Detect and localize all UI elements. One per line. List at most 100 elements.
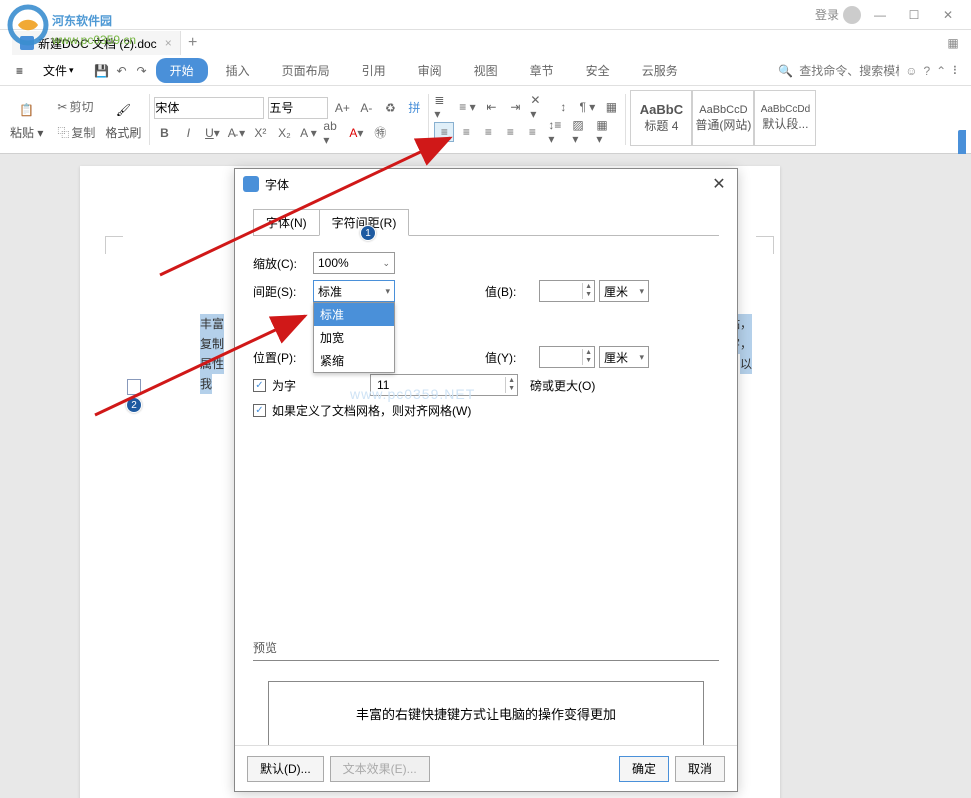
underline-icon[interactable]: U ▾	[202, 123, 222, 143]
minimize-icon[interactable]: —	[865, 1, 895, 29]
align-center-icon[interactable]: ≡	[456, 122, 476, 142]
font-name-select[interactable]	[154, 97, 264, 119]
cancel-button[interactable]: 取消	[675, 756, 725, 782]
shrink-font-icon[interactable]: A-	[356, 98, 376, 118]
italic-icon[interactable]: I	[178, 123, 198, 143]
tab-chapter[interactable]: 章节	[516, 58, 568, 83]
line-spacing-icon[interactable]: ↕≡ ▾	[547, 122, 567, 142]
document-tab[interactable]: 新建DOC 文档 (2).doc ×	[12, 31, 181, 55]
tab-security[interactable]: 安全	[572, 58, 624, 83]
chevron-down-icon: ⌄	[382, 258, 390, 269]
default-button[interactable]: 默认(D)...	[247, 756, 324, 782]
position-value-input[interactable]: ▲▼	[539, 346, 595, 368]
text-direction-icon[interactable]: ✕ ▾	[529, 97, 549, 117]
align-right-icon[interactable]: ≡	[478, 122, 498, 142]
preview-text: 丰富的右键快捷键方式让电脑的操作变得更加	[268, 681, 704, 746]
copy-icon: ⿻	[57, 124, 69, 141]
strikethrough-icon[interactable]: A̵ ▾	[226, 123, 246, 143]
tab-page-layout[interactable]: 页面布局	[268, 58, 344, 83]
maximize-icon[interactable]: ☐	[899, 1, 929, 29]
subscript-icon[interactable]: X₂	[274, 123, 294, 143]
sort-icon[interactable]: ↕	[553, 97, 573, 117]
align-distribute-icon[interactable]: ≡	[522, 122, 542, 142]
style-default-para[interactable]: AaBbCcDd 默认段...	[754, 90, 816, 146]
grow-font-icon[interactable]: A+	[332, 98, 352, 118]
scale-combo[interactable]: 100% ⌄	[313, 252, 395, 274]
borders-icon[interactable]: ▦ ▾	[595, 122, 615, 142]
show-marks-icon[interactable]: ¶ ▾	[577, 97, 597, 117]
grid-align-checkbox[interactable]: ✓	[253, 404, 266, 417]
align-justify-icon[interactable]: ≡	[500, 122, 520, 142]
align-left-icon[interactable]: ≡	[434, 122, 454, 142]
undo-icon[interactable]: ↶	[112, 61, 132, 81]
close-icon[interactable]: ✕	[933, 1, 963, 29]
decrease-indent-icon[interactable]: ⇤	[481, 97, 501, 117]
copy-button[interactable]: ⿻ 复制	[53, 122, 99, 144]
dropdown-option-expanded[interactable]: 加宽	[314, 326, 394, 349]
tab-view[interactable]: 视图	[460, 58, 512, 83]
tab-add-button[interactable]: +	[181, 34, 205, 52]
tab-insert[interactable]: 插入	[212, 58, 264, 83]
hamburger-icon[interactable]: ≡	[8, 62, 31, 80]
dialog-close-button[interactable]: ✕	[709, 174, 729, 194]
ok-button[interactable]: 确定	[619, 756, 669, 782]
kerning-checkbox[interactable]: ✓	[253, 379, 266, 392]
font-size-select[interactable]	[268, 97, 328, 119]
dialog-icon	[243, 176, 259, 192]
format-painter-group[interactable]: 🖌 格式刷	[101, 90, 145, 149]
spacing-value-input[interactable]: ▲▼	[539, 280, 595, 302]
shading-icon[interactable]: ▨ ▾	[571, 122, 591, 142]
superscript-icon[interactable]: X²	[250, 123, 270, 143]
tab-review[interactable]: 审阅	[404, 58, 456, 83]
tab-close-icon[interactable]: ×	[165, 36, 172, 50]
paste-icon[interactable]: 📋	[15, 98, 39, 122]
spacing-combo[interactable]: 标准 ▾	[313, 280, 395, 302]
cut-button[interactable]: ✂ 剪切	[53, 96, 99, 118]
redo-icon[interactable]: ↷	[132, 61, 152, 81]
scale-label: 缩放(C):	[253, 255, 313, 272]
thumbnail-icon[interactable]: ▦	[943, 33, 963, 53]
search-area[interactable]: 🔍 ☺ ? ⌃ ⠇	[778, 64, 971, 78]
search-input[interactable]	[799, 64, 899, 78]
login-area[interactable]: 登录 — ☐ ✕	[815, 1, 963, 29]
highlight-icon[interactable]: ab ▾	[322, 123, 342, 143]
position-unit-combo[interactable]: 厘米▾	[599, 346, 649, 368]
style-normal-web[interactable]: AaBbCcD 普通(网站)	[692, 90, 754, 146]
style-heading4[interactable]: AaBbC 标题 4	[630, 90, 692, 146]
enclose-char-icon[interactable]: ㊕	[370, 123, 390, 143]
tab-cloud[interactable]: 云服务	[628, 58, 692, 83]
font-dialog: 字体 ✕ 字体(N) 字符间距(R) 缩放(C): 100% ⌄ 间距(S): …	[234, 168, 738, 792]
spacing-unit-combo[interactable]: 厘米▾	[599, 280, 649, 302]
smile-icon[interactable]: ☺	[905, 64, 917, 78]
doc-icon	[20, 36, 34, 50]
table-tool-icon[interactable]: ▦	[601, 97, 621, 117]
document-tab-row: 新建DOC 文档 (2).doc × + ▦	[0, 30, 971, 56]
pinyin-icon[interactable]: 拼	[404, 98, 424, 118]
more-icon[interactable]: ⠇	[952, 64, 961, 78]
dialog-tab-font[interactable]: 字体(N)	[253, 209, 320, 236]
dropdown-option-standard[interactable]: 标准	[314, 303, 394, 326]
bullet-list-icon[interactable]: ≣ ▾	[433, 97, 453, 117]
increase-indent-icon[interactable]: ⇥	[505, 97, 525, 117]
collapse-ribbon-icon[interactable]: ⌃	[936, 64, 946, 78]
ribbon: 📋 粘贴 ▾ ✂ 剪切 ⿻ 复制 🖌 格式刷 A+ A- ♻ 拼 B I U ▾…	[0, 86, 971, 154]
kerning-label: 为字	[272, 377, 296, 394]
tab-references[interactable]: 引用	[348, 58, 400, 83]
text-line: 复制	[200, 334, 224, 354]
help-icon[interactable]: ?	[923, 64, 930, 78]
numbered-list-icon[interactable]: ≡ ▾	[457, 97, 477, 117]
save-icon[interactable]: 💾	[92, 61, 112, 81]
file-menu[interactable]: 文件 ▾	[35, 60, 82, 81]
clear-format-icon[interactable]: ♻	[380, 98, 400, 118]
text-effects-icon[interactable]: A ▾	[298, 123, 318, 143]
bold-icon[interactable]: B	[154, 123, 174, 143]
annotation-badge-1: 1	[360, 225, 376, 241]
tab-start[interactable]: 开始	[156, 58, 208, 83]
dialog-titlebar: 字体 ✕	[235, 169, 737, 199]
menu-bar: ≡ 文件 ▾ 💾 ↶ ↷ 开始 插入 页面布局 引用 审阅 视图 章节 安全 云…	[0, 56, 971, 86]
login-label: 登录	[815, 6, 839, 23]
font-color-icon[interactable]: A ▾	[346, 123, 366, 143]
chevron-down-icon: ▾	[385, 286, 390, 297]
dropdown-option-condensed[interactable]: 紧缩	[314, 349, 394, 372]
avatar-icon	[843, 6, 861, 24]
